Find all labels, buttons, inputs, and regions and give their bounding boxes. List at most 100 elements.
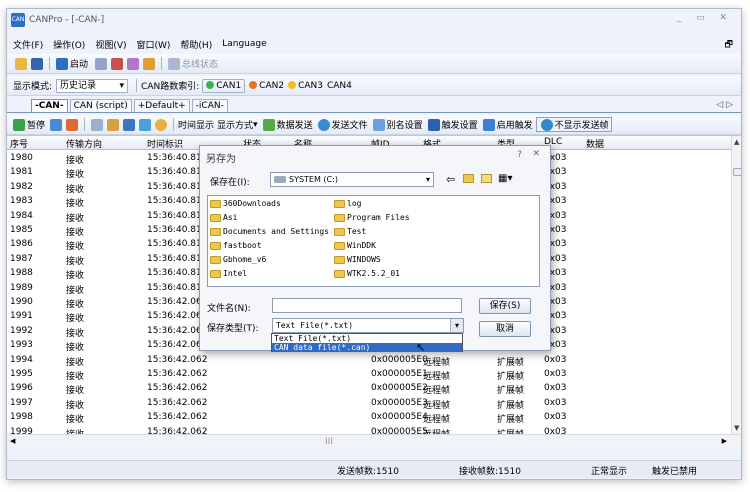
- tab-can[interactable]: -CAN-: [31, 98, 68, 112]
- up-folder-icon[interactable]: [463, 174, 474, 183]
- no-show-sent-button[interactable]: 不显示发送帧: [535, 117, 612, 132]
- save-button[interactable]: 保存(S): [479, 298, 531, 314]
- can2-button[interactable]: CAN2: [249, 81, 284, 91]
- new-folder-icon[interactable]: [481, 174, 492, 183]
- table-row[interactable]: 1997 接收 15:36:42.062 0x000005E3 远程帧 扩展帧 0x03: [7, 396, 731, 411]
- filetype-option-selected[interactable]: CAN data file(*.can): [272, 343, 462, 352]
- folder-item[interactable]: Intel: [210, 269, 247, 278]
- dialog-close-button[interactable]: ✕: [532, 149, 540, 159]
- trigger-settings-button[interactable]: 触发设置: [426, 118, 478, 131]
- cell-type: 扩展帧: [497, 357, 525, 368]
- cell-dir: 接收: [66, 328, 85, 339]
- start-button[interactable]: 启动: [54, 57, 88, 70]
- folder-item[interactable]: WinDDK: [334, 241, 376, 250]
- table-row[interactable]: 1994 接收 15:36:42.062 0x000005E0 远程帧 扩展帧 0x03: [7, 353, 731, 368]
- can1-button[interactable]: CAN1: [202, 78, 246, 93]
- separator: [49, 57, 50, 70]
- reset-icon[interactable]: [111, 57, 124, 70]
- menu-file[interactable]: 文件(F): [13, 38, 43, 51]
- time-display-button[interactable]: 时间显示: [178, 118, 214, 131]
- hscroll-grip[interactable]: III: [325, 437, 333, 447]
- title-bar: CAN CANPro - [-CAN-] _ ▭ ✕: [7, 9, 741, 30]
- cell-seq: 1992: [10, 325, 33, 336]
- table-row[interactable]: 1996 接收 15:36:42.062 0x000005E2 远程帧 扩展帧 0x03: [7, 381, 731, 396]
- tab-nav-arrows[interactable]: ◁ ▷: [716, 100, 733, 110]
- config-icon[interactable]: [127, 57, 140, 70]
- folder-item[interactable]: Program Files: [334, 213, 410, 222]
- data-send-button[interactable]: 数据发送: [261, 118, 313, 131]
- stop-icon[interactable]: [95, 57, 108, 70]
- dialog-title: 另存为: [206, 154, 236, 165]
- menu-view[interactable]: 视图(V): [95, 38, 126, 51]
- open-icon[interactable]: [15, 57, 27, 70]
- menu-language[interactable]: Language: [222, 39, 266, 49]
- menu-operate[interactable]: 操作(O): [53, 38, 85, 51]
- header-data[interactable]: 数据: [586, 137, 604, 150]
- scroll-right-icon[interactable]: ▶: [722, 437, 727, 445]
- scroll-up-icon[interactable]: ▲: [734, 138, 739, 146]
- window-controls[interactable]: _ ▭ ✕: [677, 13, 733, 23]
- vertical-scrollbar[interactable]: ▲ ▼: [731, 136, 741, 434]
- scroll-left-icon[interactable]: ◀: [10, 437, 15, 445]
- can3-button[interactable]: CAN3: [288, 81, 323, 91]
- display-mode-select[interactable]: 历史记录 ▾: [56, 78, 129, 93]
- filetype-option[interactable]: Text File(*.txt): [272, 334, 462, 343]
- export-icon[interactable]: [139, 118, 152, 131]
- back-icon[interactable]: ⇦: [446, 173, 455, 186]
- record-icon[interactable]: [66, 118, 79, 131]
- menu-help[interactable]: 帮助(H): [180, 38, 212, 51]
- filter-icon[interactable]: [155, 118, 168, 131]
- folder-item[interactable]: WINDOWS: [334, 255, 381, 264]
- scroll-thumb[interactable]: [733, 168, 741, 176]
- cell-time: 15:36:42.062: [147, 397, 208, 408]
- folder-name: WINDOWS: [347, 255, 381, 264]
- display-mode-button[interactable]: 显示方式 ▾: [217, 118, 258, 132]
- pause-button[interactable]: 暂停: [11, 118, 45, 131]
- header-direction[interactable]: 传输方向: [66, 137, 102, 150]
- folder-item[interactable]: Asi: [210, 213, 237, 222]
- alias-label: 别名设置: [386, 121, 423, 131]
- pin-icon[interactable]: 🗗: [725, 37, 733, 53]
- cell-dir: 接收: [66, 415, 85, 426]
- folder-item[interactable]: Documents and Settings: [210, 227, 329, 236]
- filename-input[interactable]: [272, 298, 462, 313]
- folder-icon: [334, 269, 345, 278]
- chevron-down-icon[interactable]: ▾: [450, 319, 463, 332]
- open-data-icon[interactable]: [107, 118, 120, 131]
- cell-seq: 1984: [10, 210, 33, 221]
- cell-fmt: 远程帧: [423, 415, 451, 426]
- dialog-help-button[interactable]: ?: [517, 150, 522, 160]
- cell-type: 扩展帧: [497, 386, 525, 397]
- copy-icon[interactable]: [91, 118, 104, 131]
- header-time[interactable]: 时间标识: [147, 137, 183, 150]
- can4-button[interactable]: CAN4: [327, 81, 352, 91]
- bus-status-button[interactable]: 总线状态: [166, 57, 218, 70]
- horizontal-scrollbar[interactable]: ◀ III ▶: [7, 434, 741, 448]
- tab-ican[interactable]: -iCAN-: [191, 98, 228, 112]
- tab-can-script[interactable]: CAN (script): [69, 98, 132, 112]
- folder-item[interactable]: fastboot: [210, 241, 262, 250]
- enable-trigger-button[interactable]: 启用触发: [481, 118, 533, 131]
- filetype-select[interactable]: Text File(*.txt) ▾: [272, 318, 464, 333]
- cancel-button[interactable]: 取消: [479, 321, 531, 337]
- save-icon[interactable]: [31, 57, 43, 70]
- menu-window[interactable]: 窗口(W): [137, 38, 171, 51]
- send-file-button[interactable]: 发送文件: [316, 118, 368, 131]
- folder-item[interactable]: Test: [334, 227, 366, 236]
- table-row[interactable]: 1998 接收 15:36:42.062 0x000005E4 远程帧 扩展帧 0x03: [7, 410, 731, 425]
- save-data-icon[interactable]: [123, 118, 136, 131]
- clear-icon[interactable]: [50, 118, 63, 131]
- save-in-select[interactable]: SYSTEM (C:) ▾: [270, 172, 434, 187]
- help-icon[interactable]: [143, 57, 156, 70]
- cell-dir: 接收: [66, 343, 85, 354]
- view-menu-icon[interactable]: ▦▾: [498, 173, 512, 184]
- folder-item[interactable]: 360Downloads: [210, 199, 281, 208]
- folder-item[interactable]: WTK2.5.2_01: [334, 269, 400, 278]
- alias-button[interactable]: 别名设置: [371, 118, 423, 131]
- folder-item[interactable]: Gbhome_v6: [210, 255, 266, 264]
- folder-item[interactable]: log: [334, 199, 361, 208]
- header-seq[interactable]: 序号: [10, 137, 28, 150]
- table-row[interactable]: 1995 接收 15:36:42.062 0x000005E1 远程帧 扩展帧 0x03: [7, 367, 731, 382]
- tab-default[interactable]: +Default+: [133, 98, 190, 112]
- scroll-down-icon[interactable]: ▼: [734, 424, 739, 432]
